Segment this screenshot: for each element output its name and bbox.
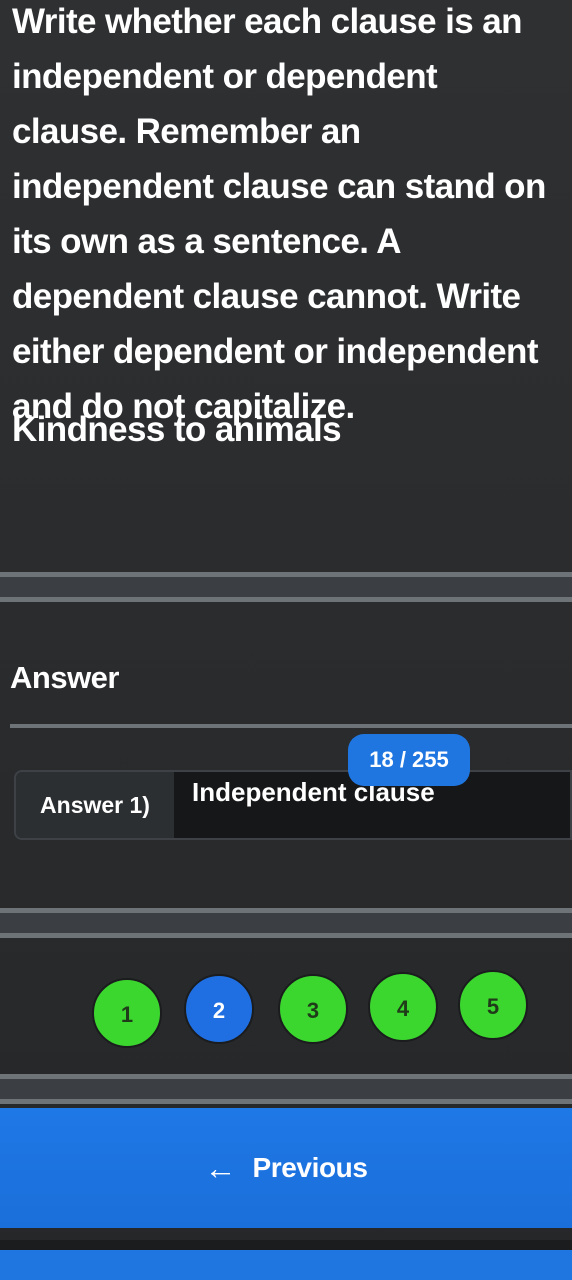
section-divider [0, 908, 572, 938]
section-divider [0, 1074, 572, 1104]
character-counter: 18 / 255 [348, 734, 470, 786]
previous-button-label: Previous [252, 1152, 368, 1183]
answer-underline [10, 724, 572, 728]
nav-question-1[interactable]: 1 [92, 978, 162, 1048]
answer-row-label: Answer 1) [16, 772, 174, 838]
question-text: Kindness to animals [12, 410, 342, 449]
answer-row: Answer 1) [14, 770, 572, 840]
nav-question-4[interactable]: 4 [368, 972, 438, 1042]
bottom-strip [0, 1240, 572, 1280]
arrow-left-icon: ← [204, 1150, 237, 1186]
instructions-text: Write whether each clause is an independ… [12, 2, 546, 426]
answer-heading: Answer [10, 660, 119, 695]
nav-question-3[interactable]: 3 [278, 974, 348, 1044]
question-navigation: 1 2 3 4 5 [0, 970, 572, 1050]
nav-question-5[interactable]: 5 [458, 970, 528, 1040]
section-divider [0, 572, 572, 602]
previous-button[interactable]: ← Previous [0, 1108, 572, 1228]
nav-question-2[interactable]: 2 [184, 974, 254, 1044]
quiz-page: Write whether each clause is an independ… [0, 0, 572, 1280]
